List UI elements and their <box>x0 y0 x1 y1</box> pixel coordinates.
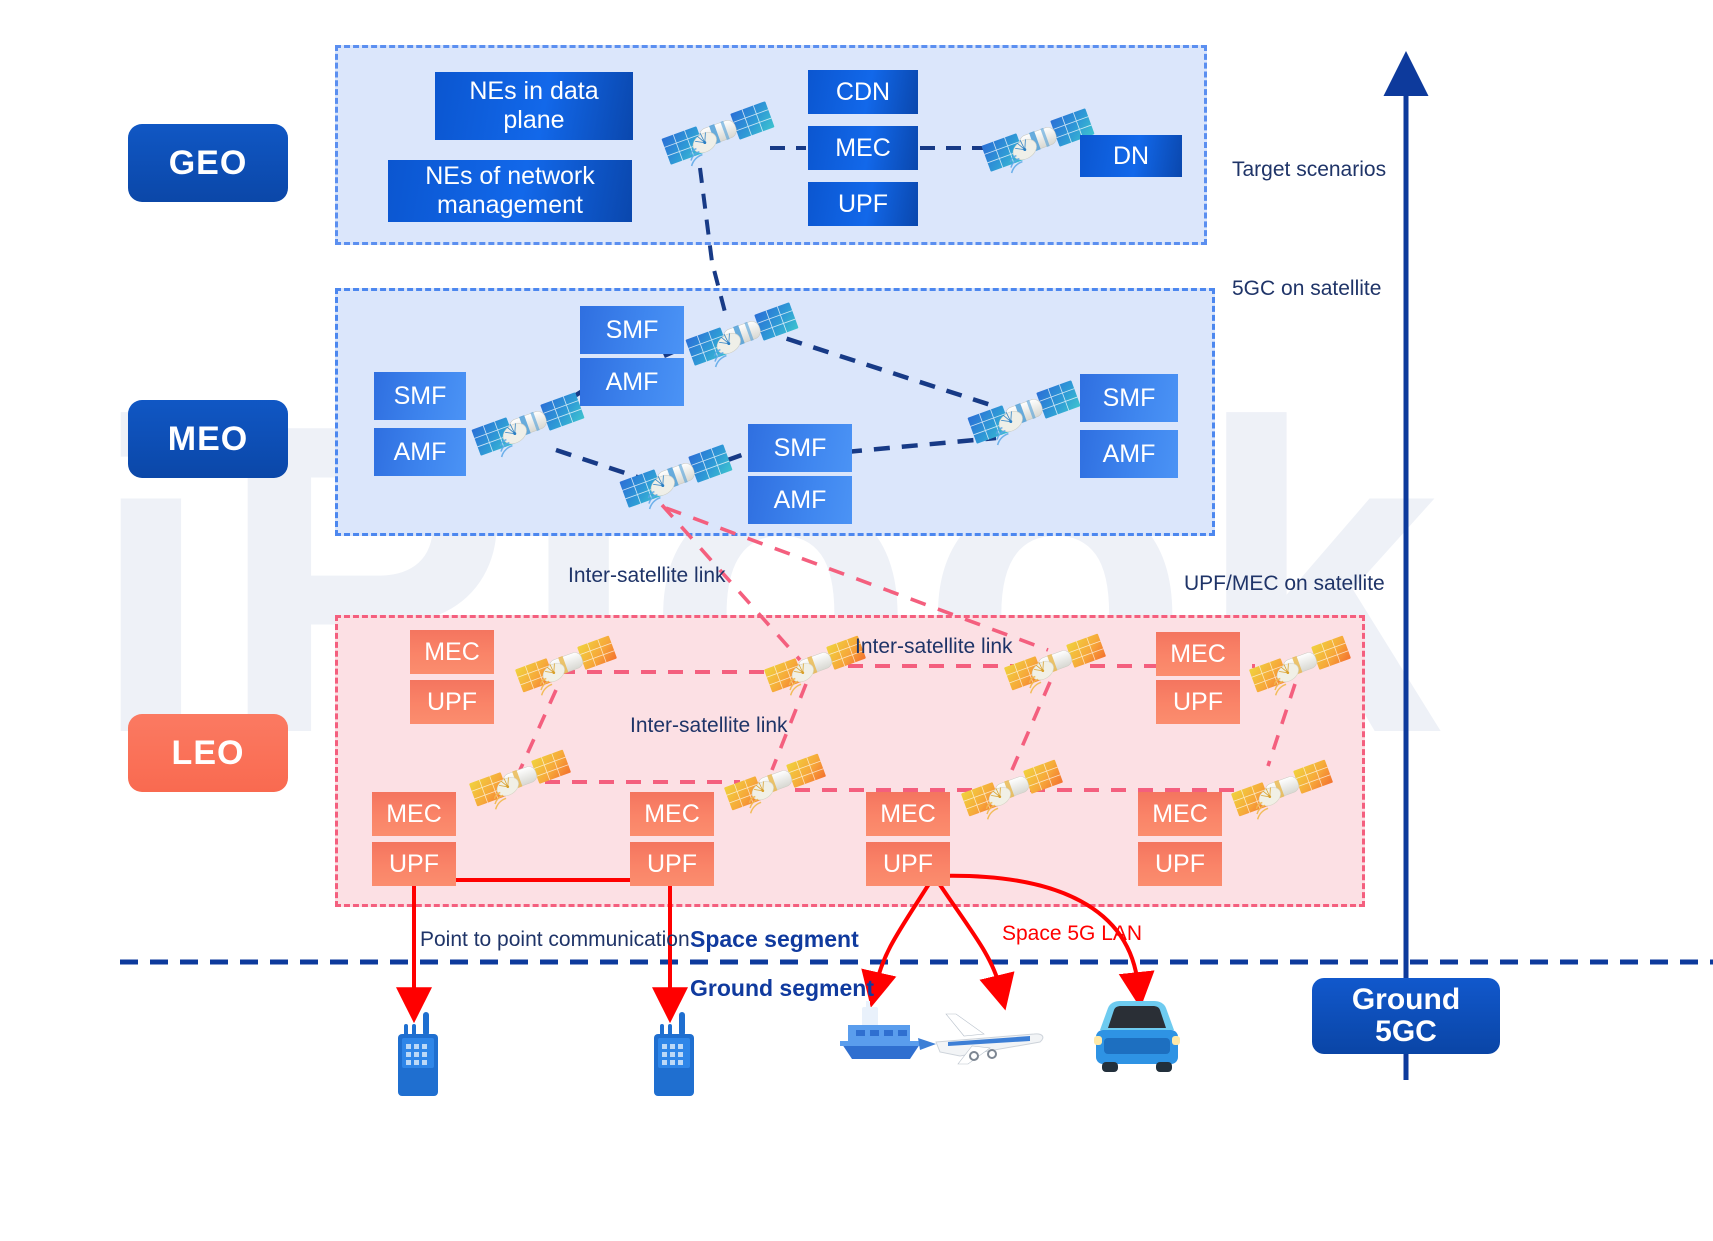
diagram-canvas: iPlook GEO MEO LEO NEs in data plane NEs… <box>0 0 1713 1241</box>
meo-box-amf-top[interactable]: AMF <box>580 358 684 406</box>
leo-box-upf-r2-c4[interactable]: UPF <box>1138 842 1222 886</box>
label-target-scenarios: Target scenarios <box>1232 158 1387 181</box>
meo-box-smf-left[interactable]: SMF <box>374 372 466 420</box>
meo-box-smf-right[interactable]: SMF <box>1080 374 1178 422</box>
label-space-5g-lan: Space 5G LAN <box>1002 922 1143 945</box>
leo-box-upf-r2-c2[interactable]: UPF <box>630 842 714 886</box>
ground-5gc-line1: Ground <box>1351 982 1461 1016</box>
label-inter-satellite-link-right: Inter-satellite link <box>855 635 1013 658</box>
label-ground-segment: Ground segment <box>690 975 875 1001</box>
geo-box-cdn[interactable]: CDN <box>808 70 918 114</box>
orbit-chip-geo[interactable]: GEO <box>128 124 288 202</box>
orbit-chip-meo[interactable]: MEO <box>128 400 288 478</box>
meo-box-smf-top[interactable]: SMF <box>580 306 684 354</box>
geo-box-nes-network-management[interactable]: NEs of network management <box>388 160 632 222</box>
leo-box-mec-r2-c2[interactable]: MEC <box>630 792 714 836</box>
meo-box-amf-right[interactable]: AMF <box>1080 430 1178 478</box>
leo-box-mec-r2-c4[interactable]: MEC <box>1138 792 1222 836</box>
leo-box-mec-r1-c4[interactable]: MEC <box>1156 632 1240 676</box>
leo-box-mec-r2-c3[interactable]: MEC <box>866 792 950 836</box>
leo-box-upf-r2-c1[interactable]: UPF <box>372 842 456 886</box>
geo-box-dn[interactable]: DN <box>1080 135 1182 177</box>
meo-box-amf-left[interactable]: AMF <box>374 428 466 476</box>
car-icon <box>1094 1001 1180 1072</box>
leo-box-upf-r1-c1[interactable]: UPF <box>410 680 494 724</box>
airplane-icon <box>918 1013 1044 1065</box>
label-inter-satellite-link-middle: Inter-satellite link <box>630 714 788 737</box>
geo-box-upf[interactable]: UPF <box>808 182 918 226</box>
ground-5gc-line2: 5GC <box>1375 1015 1437 1048</box>
meo-box-smf-center[interactable]: SMF <box>748 424 852 472</box>
ship-icon <box>840 1001 922 1059</box>
geo-box-mec[interactable]: MEC <box>808 126 918 170</box>
meo-box-amf-center[interactable]: AMF <box>748 476 852 524</box>
label-point-to-point-communication: Point to point communication <box>420 928 690 951</box>
leo-box-upf-r1-c4[interactable]: UPF <box>1156 680 1240 724</box>
label-upf-mec-on-satellite: UPF/MEC on satellite <box>1184 572 1385 595</box>
walkie-talkie-icon-2 <box>654 1012 694 1096</box>
label-space-segment: Space segment <box>690 926 859 952</box>
leo-box-mec-r2-c1[interactable]: MEC <box>372 792 456 836</box>
label-inter-satellite-link-top: Inter-satellite link <box>568 564 726 587</box>
label-5gc-on-satellite: 5GC on satellite <box>1232 277 1382 300</box>
geo-box-nes-data-plane[interactable]: NEs in data plane <box>435 72 633 140</box>
ground-5gc-node[interactable]: Ground 5GC <box>1312 978 1500 1054</box>
walkie-talkie-icon-1 <box>398 1012 438 1096</box>
leo-box-upf-r2-c3[interactable]: UPF <box>866 842 950 886</box>
orbit-chip-leo[interactable]: LEO <box>128 714 288 792</box>
leo-box-mec-r1-c1[interactable]: MEC <box>410 630 494 674</box>
